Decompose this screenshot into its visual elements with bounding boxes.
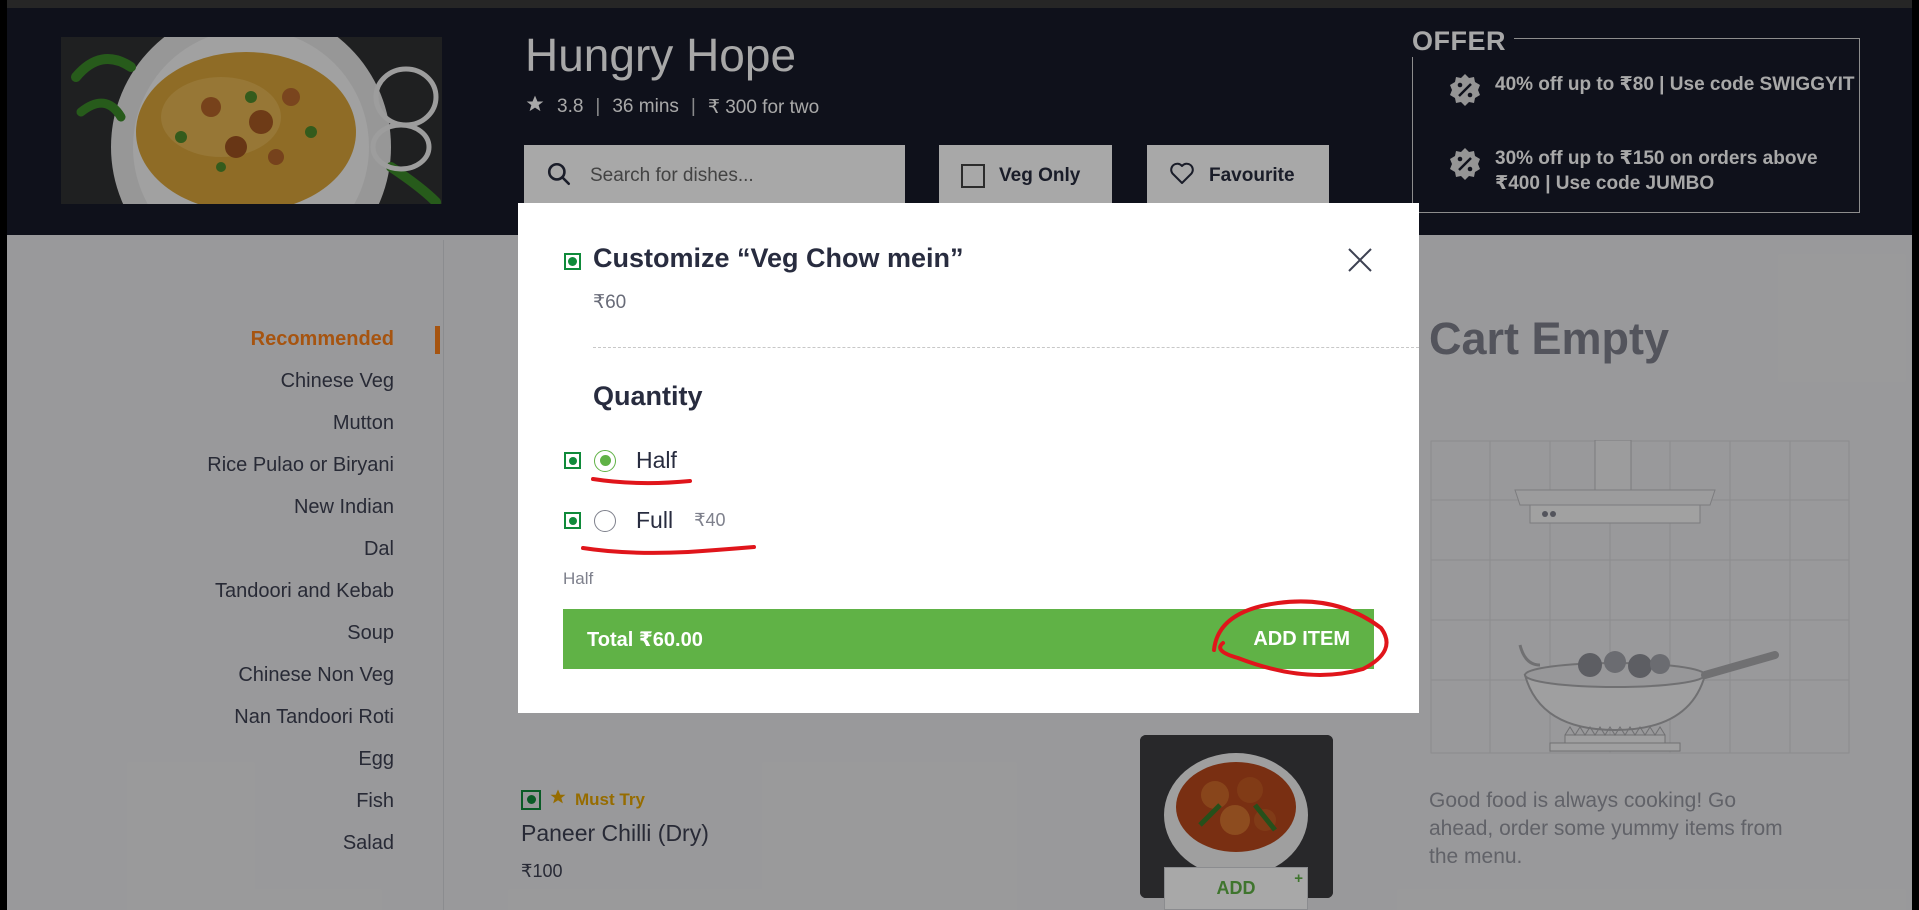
option-label: Half [636,447,677,473]
option-full[interactable]: Full ₹40 [564,507,726,534]
modal-title: Customize “Veg Chow mein” [593,243,964,273]
add-item-bar[interactable]: Total ₹60.00 ADD ITEM [563,609,1374,669]
half-radio[interactable] [594,449,616,472]
cart-title: Cart Empty [1429,313,1670,364]
cost-for-two: ₹ 300 for two [707,96,820,118]
app-frame: Hungry Hope 3.8 | 36 mins | ₹ 300 for tw… [7,0,1912,910]
selected-summary: Half [563,569,594,588]
meta-separator: | [595,96,601,117]
sidebar-item-dal[interactable]: Dal [364,538,394,561]
search-input[interactable] [590,165,870,187]
customize-modal: Customize “Veg Chow mein” ₹60 Quantity H… [518,203,1419,713]
sidebar-item-soup[interactable]: Soup [347,622,394,645]
restaurant-meta: 3.8 | 36 mins | ₹ 300 for two [525,94,819,120]
modal-divider [593,347,1419,348]
sidebar-item-egg[interactable]: Egg [358,748,394,771]
modal-price: ₹60 [593,292,627,313]
sidebar-item-recommended[interactable]: Recommended [251,328,394,351]
sidebar-divider [443,240,444,910]
full-radio[interactable] [594,509,616,532]
meta-separator: | [690,96,696,117]
option-label: Full [636,507,674,533]
total-label: Total ₹60.00 [587,628,703,651]
sidebar-item-chinese-veg[interactable]: Chinese Veg [281,370,394,393]
veg-only-checkbox[interactable] [961,164,985,188]
offer-item: 30% off up to ₹150 on orders above ₹400 … [1447,146,1855,196]
sidebar-item-nan-tandoori-roti[interactable]: Nan Tandoori Roti [234,706,394,729]
veg-indicator-icon [564,452,581,469]
plus-icon: + [1294,870,1303,887]
star-icon [549,788,567,811]
restaurant-image [61,37,442,204]
must-try-badge: Must Try [575,789,645,809]
top-strip [7,0,1912,8]
veg-only-toggle[interactable]: Veg Only [939,145,1112,207]
sidebar-item-salad[interactable]: Salad [343,832,394,855]
heart-icon [1169,161,1195,191]
restaurant-header: Hungry Hope 3.8 | 36 mins | ₹ 300 for tw… [7,8,1912,235]
option-price: ₹40 [694,510,726,530]
search-icon [546,161,572,192]
dish-search[interactable] [524,145,905,207]
sidebar-item-rice-pulao-biryani[interactable]: Rice Pulao or Biryani [207,454,394,477]
rating-value: 3.8 [557,96,584,117]
discount-icon [1447,72,1483,115]
option-half[interactable]: Half [564,447,677,474]
offer-item: 40% off up to ₹80 | Use code SWIGGYIT [1447,72,1855,115]
dish-price: ₹100 [521,861,563,881]
cart-empty-message: Good food is always cooking! Go ahead, o… [1429,789,1783,868]
add-dish-button[interactable]: ADD + [1164,867,1308,910]
empty-cart-illustration [1430,439,1850,760]
favourite-button[interactable]: Favourite [1147,145,1329,207]
veg-indicator-icon [521,789,541,810]
offer-text: 30% off up to ₹150 on orders above ₹400 … [1495,148,1818,194]
sidebar-item-mutton[interactable]: Mutton [333,412,394,435]
favourite-label: Favourite [1209,165,1295,186]
veg-indicator-icon [564,512,581,529]
offer-title: OFFER [1404,26,1514,57]
add-item-button[interactable]: ADD ITEM [1253,628,1350,651]
active-category-indicator [435,326,440,354]
close-icon[interactable] [1345,245,1375,275]
discount-icon [1447,146,1483,196]
veg-only-label: Veg Only [999,165,1081,186]
add-button-label: ADD [1216,878,1256,898]
sidebar-item-tandoori-kebab[interactable]: Tandoori and Kebab [215,580,394,603]
delivery-time: 36 mins [612,96,679,117]
dish-name: Paneer Chilli (Dry) [521,820,709,846]
restaurant-name: Hungry Hope [525,29,797,81]
veg-indicator-icon [564,253,581,270]
quantity-label: Quantity [593,381,703,411]
sidebar-item-new-indian[interactable]: New Indian [294,496,394,519]
sidebar-item-chinese-non-veg[interactable]: Chinese Non Veg [238,664,394,687]
star-icon [525,94,545,120]
sidebar-item-fish[interactable]: Fish [356,790,394,813]
offer-text: 40% off up to ₹80 | Use code SWIGGYIT [1495,74,1855,95]
dish-badge-row: Must Try [521,788,645,811]
